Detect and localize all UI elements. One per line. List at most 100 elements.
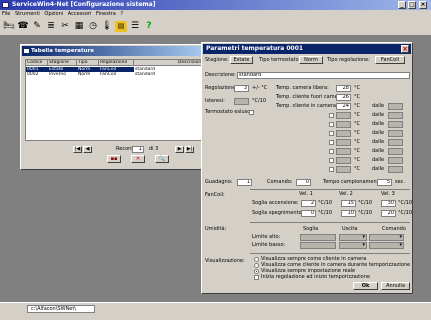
next-record-button[interactable]: ▶ bbox=[175, 146, 184, 153]
column-header-regolazione[interactable]: Regolazione bbox=[99, 60, 134, 66]
annulla-button[interactable]: Annulla bbox=[381, 282, 410, 290]
time-slot-field[interactable] bbox=[388, 139, 403, 146]
time-slot-checkbox[interactable] bbox=[329, 167, 334, 172]
minimize-button[interactable]: _ bbox=[398, 1, 406, 9]
bed-icon[interactable]: 🛏 bbox=[3, 21, 15, 32]
limite-basso-comando-select[interactable] bbox=[369, 242, 404, 249]
edit-record-button[interactable]: ▪▪ bbox=[107, 155, 121, 163]
time-slot-field[interactable] bbox=[388, 121, 403, 128]
time-slot-checkbox[interactable] bbox=[329, 122, 334, 127]
time-slot-temp-field[interactable] bbox=[336, 139, 351, 146]
tools-icon[interactable]: ✂ bbox=[59, 21, 71, 32]
soglia-spegnimento-vel1[interactable]: 0 bbox=[301, 210, 316, 217]
descrizione-field[interactable]: standard bbox=[237, 72, 410, 79]
record-number-field[interactable]: 1 bbox=[132, 146, 144, 153]
tempo-campionamento-field[interactable]: 5 bbox=[377, 179, 392, 186]
soglia-accensione-label: Soglia accensione: bbox=[252, 200, 299, 206]
time-slot-checkbox[interactable] bbox=[329, 113, 334, 118]
unit-label: °C bbox=[354, 94, 360, 100]
limite-alto-soglia-field[interactable] bbox=[300, 234, 336, 241]
termostato-escluso-checkbox[interactable] bbox=[249, 110, 254, 115]
column-header-descrizione[interactable]: Descrizione bbox=[134, 60, 206, 66]
table-window-title: Tabella temperature bbox=[31, 48, 94, 54]
time-slot-field[interactable] bbox=[388, 157, 403, 164]
close-icon[interactable]: × bbox=[401, 45, 409, 53]
help-icon[interactable]: ? bbox=[143, 21, 155, 32]
delete-record-button[interactable]: ✕ bbox=[131, 155, 145, 163]
menu-accessori[interactable]: Accessori bbox=[68, 11, 92, 17]
pencil-icon[interactable]: ✎ bbox=[31, 21, 43, 32]
temp-cliente-fuori-field[interactable]: 26 bbox=[336, 94, 351, 101]
time-slot-checkbox[interactable] bbox=[329, 149, 334, 154]
soglia-spegnimento-vel3[interactable]: 20 bbox=[381, 210, 396, 217]
time-slot-field[interactable] bbox=[388, 103, 403, 110]
vis-option-radio[interactable] bbox=[254, 269, 259, 274]
ok-button[interactable]: Ok bbox=[353, 282, 378, 290]
last-record-button[interactable]: ▶| bbox=[185, 146, 194, 153]
limite-basso-soglia-field[interactable] bbox=[300, 242, 336, 249]
menu-strumenti[interactable]: Strumenti bbox=[15, 11, 40, 17]
limite-alto-uscita-select[interactable] bbox=[339, 234, 367, 241]
vis-option-radio[interactable] bbox=[254, 263, 259, 268]
soglia-spegnimento-label: Soglia spegnimento: bbox=[252, 210, 304, 216]
soglia-accensione-vel1[interactable]: 2 bbox=[301, 200, 316, 207]
thermometer-icon[interactable]: 🌡 bbox=[101, 21, 113, 32]
limite-basso-uscita-select[interactable] bbox=[339, 242, 367, 249]
search-record-button[interactable]: 🔍 bbox=[155, 155, 169, 163]
regolazione-field[interactable]: 3 bbox=[234, 85, 249, 92]
previous-record-button[interactable]: ◀ bbox=[83, 146, 92, 153]
comando-field[interactable]: 0 bbox=[296, 179, 311, 186]
tipo-regolazione-button[interactable]: FanCoil bbox=[375, 56, 405, 64]
fancoil-label: FanCoil: bbox=[205, 192, 225, 198]
phone-icon[interactable]: ☎ bbox=[17, 21, 29, 32]
temp-cliente-in-field[interactable]: 24 bbox=[336, 103, 351, 110]
umidita-label: Umidità: bbox=[205, 226, 227, 232]
regolazione-unit: +/- °C bbox=[252, 85, 268, 91]
time-slot-temp-field[interactable] bbox=[336, 157, 351, 164]
close-app-button[interactable]: × bbox=[419, 1, 427, 9]
tipo-termostato-button[interactable]: Norm bbox=[299, 56, 323, 64]
time-slot-temp-field[interactable] bbox=[336, 148, 351, 155]
menu-opzioni[interactable]: Opzioni bbox=[44, 11, 63, 17]
soglia-spegnimento-vel2[interactable]: 10 bbox=[341, 210, 356, 217]
menu-icon[interactable]: ☰ bbox=[129, 21, 141, 32]
time-slot-field[interactable] bbox=[388, 148, 403, 155]
time-slot-checkbox[interactable] bbox=[329, 131, 334, 136]
time-slot-checkbox[interactable] bbox=[329, 158, 334, 163]
dalle-label: dalle bbox=[372, 121, 385, 127]
guadagno-label: Guadagno: bbox=[205, 179, 233, 185]
column-header-stagione[interactable]: Stagione bbox=[48, 60, 77, 66]
stagione-button[interactable]: Estate bbox=[230, 56, 253, 64]
soglia-accensione-vel3[interactable]: 30 bbox=[381, 200, 396, 207]
time-slot-temp-field[interactable] bbox=[336, 166, 351, 173]
time-slot-checkbox[interactable] bbox=[329, 140, 334, 145]
clock-icon[interactable]: ◷ bbox=[87, 21, 99, 32]
limite-alto-comando-select[interactable] bbox=[369, 234, 404, 241]
list-icon[interactable]: ≣ bbox=[45, 21, 57, 32]
menu-finestra[interactable]: Finestra bbox=[96, 11, 116, 17]
chart-icon[interactable]: ▦ bbox=[73, 21, 85, 32]
temp-camera-libera-field[interactable]: 28 bbox=[336, 85, 351, 92]
isteresi-field[interactable] bbox=[234, 98, 249, 105]
table-cell: 0002 bbox=[27, 72, 39, 77]
inizia-regolazione-checkbox[interactable] bbox=[254, 275, 259, 280]
table-cell: Inverno bbox=[49, 72, 66, 77]
table-icon[interactable]: ▤ bbox=[115, 21, 127, 32]
time-slot-field[interactable] bbox=[388, 112, 403, 119]
vis-option-radio[interactable] bbox=[254, 257, 259, 262]
time-slot-field[interactable] bbox=[388, 130, 403, 137]
time-slot-temp-field[interactable] bbox=[336, 130, 351, 137]
time-slot-temp-field[interactable] bbox=[336, 121, 351, 128]
visualizzazione-label: Visualizzazione: bbox=[205, 258, 245, 264]
column-header-tipo[interactable]: Tipo bbox=[77, 60, 99, 66]
soglia-accensione-vel2[interactable]: 15 bbox=[341, 200, 356, 207]
time-slot-temp-field[interactable] bbox=[336, 112, 351, 119]
time-slot-field[interactable] bbox=[388, 166, 403, 173]
temperature-grid[interactable]: Codice Stagione Tipo Regolazione Descriz… bbox=[25, 59, 206, 141]
column-header-codice[interactable]: Codice bbox=[26, 60, 48, 66]
maximize-button[interactable]: □ bbox=[408, 1, 416, 9]
menu-file[interactable]: File bbox=[2, 11, 10, 17]
menu-help[interactable]: ? bbox=[120, 11, 123, 17]
guadagno-field[interactable]: 1 bbox=[237, 179, 252, 186]
first-record-button[interactable]: |◀ bbox=[73, 146, 82, 153]
